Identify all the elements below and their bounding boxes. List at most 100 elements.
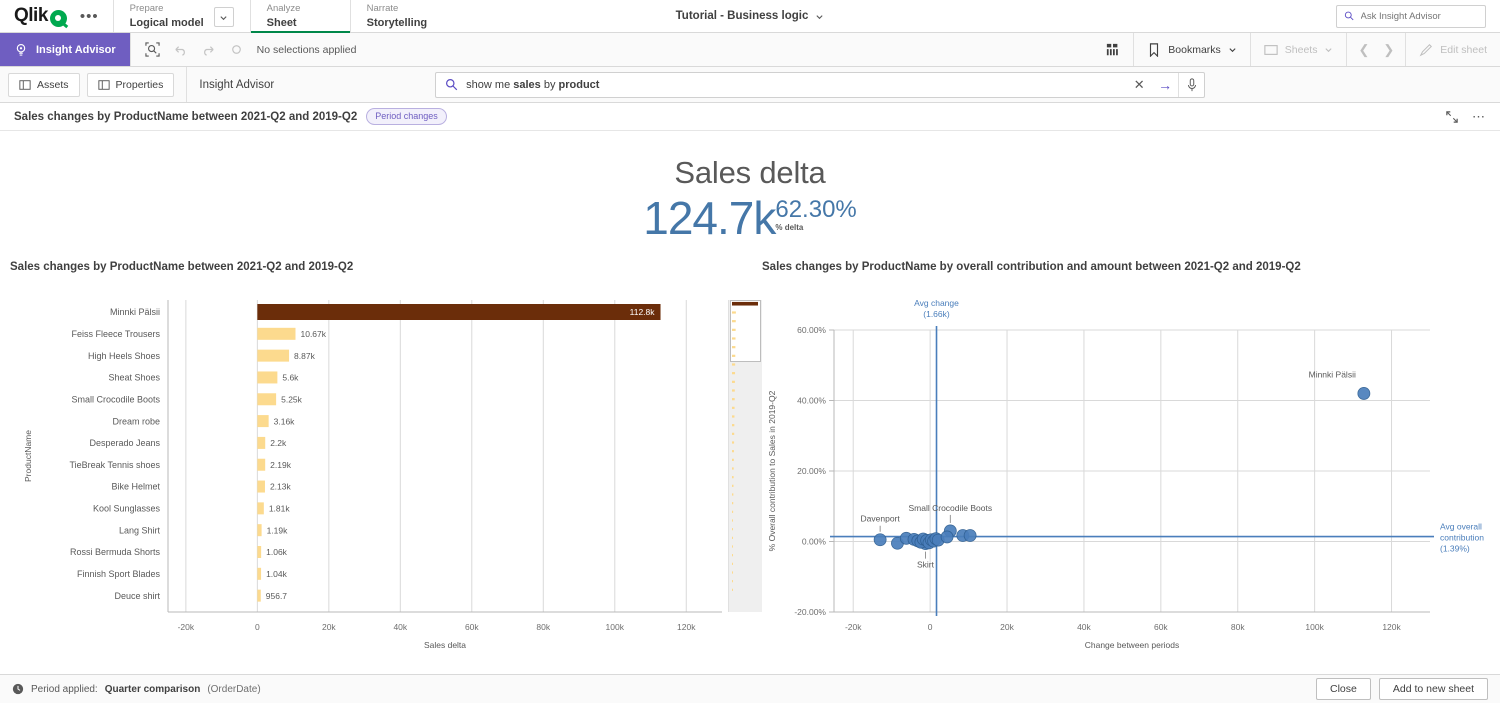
natural-language-query-bar[interactable]: show me sales by product ✕ → xyxy=(435,72,1205,98)
svg-text:Bike Helmet: Bike Helmet xyxy=(111,481,160,491)
kpi-title: Sales delta xyxy=(0,155,1500,191)
more-options-icon[interactable]: ⋯ xyxy=(1472,113,1486,121)
chevron-down-glyph xyxy=(219,13,228,22)
scatter-chart-svg[interactable]: -20k020k40k60k80k100k120k-20.00%0.00%20.… xyxy=(762,282,1500,660)
bar-chart-svg[interactable]: -20k020k40k60k80k100k120kSales deltaProd… xyxy=(10,282,762,660)
svg-text:2.19k: 2.19k xyxy=(270,460,292,470)
svg-text:100k: 100k xyxy=(1305,622,1324,632)
assets-button[interactable]: Assets xyxy=(8,73,80,97)
svg-text:8.87k: 8.87k xyxy=(294,351,316,361)
svg-text:Deuce shirt: Deuce shirt xyxy=(114,591,160,601)
svg-text:-20k: -20k xyxy=(178,622,195,632)
svg-text:80k: 80k xyxy=(1231,622,1245,632)
clear-circle-glyph xyxy=(229,42,244,57)
previous-sheet-icon[interactable]: ❮ xyxy=(1351,42,1376,58)
footer-bar: Period applied: Quarter comparison (Orde… xyxy=(0,674,1500,703)
next-sheet-icon[interactable]: ❯ xyxy=(1376,42,1401,58)
svg-text:1.19k: 1.19k xyxy=(267,525,289,535)
svg-text:40.00%: 40.00% xyxy=(797,395,826,405)
bar-chart-plot-wrap[interactable]: -20k020k40k60k80k100k120kSales deltaProd… xyxy=(10,282,762,660)
svg-text:Dream robe: Dream robe xyxy=(112,416,160,426)
selection-toolbar: Insight Advisor No selections applied xyxy=(0,33,1500,67)
search-input[interactable] xyxy=(1361,11,1478,22)
clock-icon xyxy=(12,683,24,695)
svg-text:Sales delta: Sales delta xyxy=(424,640,466,650)
svg-text:Small Crocodile Boots: Small Crocodile Boots xyxy=(71,394,160,404)
svg-text:0.00%: 0.00% xyxy=(802,536,827,546)
edit-sheet-label: Edit sheet xyxy=(1440,44,1487,56)
chevron-down-icon[interactable] xyxy=(214,7,234,27)
voice-input-icon[interactable] xyxy=(1178,73,1204,97)
sheets-button[interactable]: Sheets xyxy=(1250,33,1347,66)
period-changes-badge: Period changes xyxy=(366,108,447,125)
redo-arrow-glyph xyxy=(201,42,216,57)
nav-section-narrate[interactable]: Narrate Storytelling xyxy=(350,0,450,32)
nav-prepare-main: Logical model xyxy=(130,16,204,31)
scatter-chart-title: Sales changes by ProductName by overall … xyxy=(762,261,1500,273)
app-title-chevron-down-icon[interactable] xyxy=(815,12,824,21)
sheet-navigation: ❮ ❯ xyxy=(1346,33,1405,66)
overflow-menu-icon[interactable]: ••• xyxy=(76,9,103,24)
svg-text:Minnki Pälsii: Minnki Pälsii xyxy=(110,307,160,317)
svg-text:2.13k: 2.13k xyxy=(270,481,292,491)
svg-text:120k: 120k xyxy=(1382,622,1401,632)
nav-section-prepare[interactable]: Prepare Logical model xyxy=(113,0,250,32)
svg-text:80k: 80k xyxy=(536,622,550,632)
kpi-percent-value: 62.30% xyxy=(775,198,856,222)
clear-query-icon[interactable]: ✕ xyxy=(1126,73,1152,97)
bar-chart-panel: Sales changes by ProductName between 202… xyxy=(10,261,762,660)
submit-query-icon[interactable]: → xyxy=(1152,73,1178,97)
svg-text:Feiss Fleece Trousers: Feiss Fleece Trousers xyxy=(71,329,160,339)
charts-container: Sales changes by ProductName between 202… xyxy=(0,261,1500,660)
nlq-query-text[interactable]: show me sales by product xyxy=(466,79,1126,91)
svg-text:40k: 40k xyxy=(1077,622,1091,632)
search-glyph xyxy=(445,78,458,91)
clear-selections-icon[interactable] xyxy=(223,36,251,64)
period-applied-field: (OrderDate) xyxy=(207,684,260,695)
bookmarks-button[interactable]: Bookmarks xyxy=(1133,33,1250,66)
qlik-logo[interactable]: Qlik xyxy=(14,5,67,27)
selection-tool-icon[interactable] xyxy=(139,36,167,64)
add-to-new-sheet-button[interactable]: Add to new sheet xyxy=(1379,678,1488,700)
insight-advisor-panel-title: Insight Advisor xyxy=(199,79,274,91)
scatter-chart-plot-wrap[interactable]: -20k020k40k60k80k100k120k-20.00%0.00%20.… xyxy=(762,282,1500,660)
insight-header: Sales changes by ProductName between 202… xyxy=(0,103,1500,131)
nav-narrate-sub: Narrate xyxy=(367,3,434,16)
svg-text:Minnki Pälsii: Minnki Pälsii xyxy=(1309,369,1356,379)
sheets-label: Sheets xyxy=(1285,44,1318,56)
properties-button[interactable]: Properties xyxy=(87,73,175,97)
kpi-block: Sales delta 124.7k 62.30% % delta xyxy=(0,131,1500,241)
bookmark-icon xyxy=(1147,43,1161,57)
svg-text:(1.39%): (1.39%) xyxy=(1440,543,1470,553)
period-applied-note: Period applied: Quarter comparison (Orde… xyxy=(12,683,261,695)
svg-text:0: 0 xyxy=(255,622,260,632)
properties-panel-icon xyxy=(98,79,110,91)
insight-advisor-badge[interactable]: Insight Advisor xyxy=(0,33,130,66)
svg-text:contribution: contribution xyxy=(1440,532,1484,542)
edit-sheet-button[interactable]: Edit sheet xyxy=(1405,33,1500,66)
svg-text:TieBreak Tennis shoes: TieBreak Tennis shoes xyxy=(69,460,160,470)
expand-icon[interactable] xyxy=(1446,111,1458,123)
svg-text:(1.66k): (1.66k) xyxy=(923,309,950,319)
selection-tools: No selections applied xyxy=(130,33,357,66)
insight-advisor-search-box[interactable] xyxy=(1336,5,1486,28)
svg-text:Avg change: Avg change xyxy=(914,298,959,308)
bar-chart-scroll-minimap[interactable] xyxy=(728,300,762,612)
nav-section-analyze[interactable]: Analyze Sheet xyxy=(250,0,350,32)
sheets-chevron-down-icon xyxy=(1324,45,1333,54)
assets-label: Assets xyxy=(37,79,69,91)
svg-text:5.25k: 5.25k xyxy=(281,394,303,404)
expand-glyph xyxy=(1446,111,1458,123)
svg-text:Skirt: Skirt xyxy=(917,559,935,569)
footer-buttons: Close Add to new sheet xyxy=(1316,678,1488,700)
close-button[interactable]: Close xyxy=(1316,678,1371,700)
qlik-logo-text: Qlik xyxy=(14,5,48,27)
insight-title: Sales changes by ProductName between 202… xyxy=(14,111,357,123)
sheet-grid-icon[interactable] xyxy=(1093,33,1133,66)
assets-panel-icon xyxy=(19,79,31,91)
svg-text:3.16k: 3.16k xyxy=(274,416,296,426)
svg-text:-20.00%: -20.00% xyxy=(794,607,826,617)
undo-selection-icon[interactable] xyxy=(167,36,195,64)
bookmarks-chevron-down-icon xyxy=(1228,45,1237,54)
redo-selection-icon[interactable] xyxy=(195,36,223,64)
